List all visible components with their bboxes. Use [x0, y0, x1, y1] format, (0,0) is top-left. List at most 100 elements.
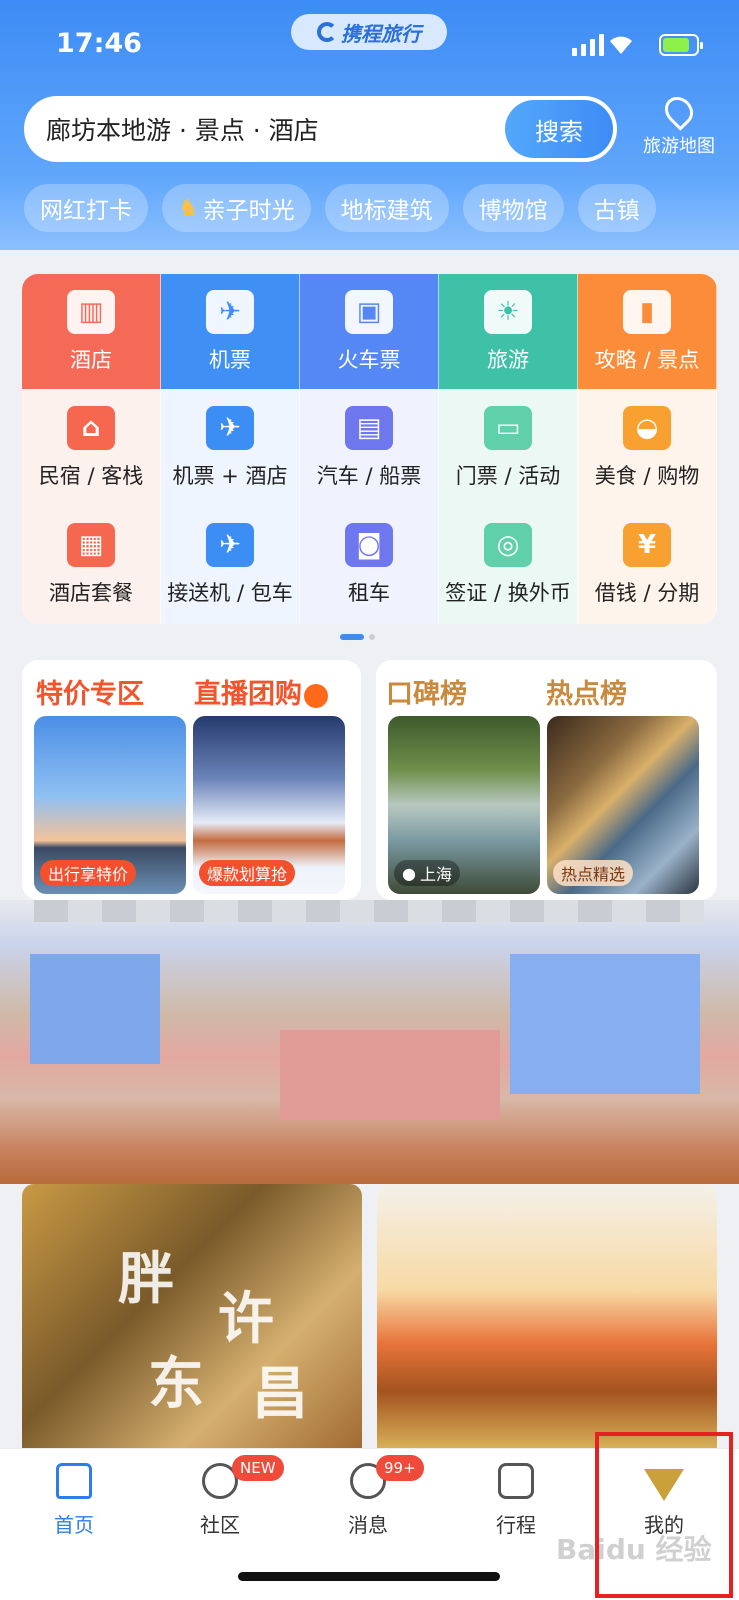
special-deals-title[interactable]: 特价专区 — [36, 672, 144, 711]
train-icon: ▣ — [345, 289, 393, 334]
app-logo-text: 携程旅行 — [341, 21, 421, 46]
house-icon: ⌂ — [67, 405, 115, 450]
rocking-horse-icon: ♞ — [178, 195, 199, 221]
live-badge: 爆款划算抢 — [199, 860, 296, 886]
unread-badge: 99+ — [376, 1455, 424, 1481]
grid-item-bus-ship[interactable]: ▤ 汽车 / 船票 — [300, 389, 439, 506]
battery-icon — [659, 34, 703, 56]
reputation-title[interactable]: 口碑榜 — [386, 672, 467, 711]
money-bag-icon: ¥ — [623, 523, 671, 567]
tag-chip[interactable]: 古镇 — [577, 184, 656, 232]
deals-card[interactable]: 特价专区 直播团购 出行享特价 爆款划算抢 — [22, 660, 361, 900]
grid-item-tour[interactable]: ☀ 旅游 — [439, 274, 578, 389]
live-group-label: 直播团购 — [194, 679, 302, 710]
visa-icon: ◎ — [484, 523, 532, 567]
map-pin-icon — [659, 91, 699, 131]
bus-icon: ▤ — [345, 405, 393, 450]
car-icon: ◙ — [345, 523, 393, 567]
service-grid: ▥ 酒店 ✈ 机票 ▣ 火车票 ☀ 旅游 ▮ 攻略 / 景点 ⌂ 民宿 / 客栈 ✈ 机票 +… — [22, 274, 717, 624]
tab-label: 首页 — [54, 1513, 94, 1537]
grid-label: 火车票 — [337, 347, 401, 372]
deals-badge: 出行享特价 — [40, 860, 137, 886]
grid-label: 民宿 / 客栈 — [38, 463, 144, 488]
feed-overlay-text: 昌 — [252, 1362, 308, 1427]
location-pin-icon: ● — [402, 863, 416, 883]
search-input[interactable]: 廊坊本地游 · 景点 · 酒店 — [46, 111, 505, 147]
header: 17:46 携程旅行 廊坊本地游 · 景点 · 酒店 搜索 旅游地图 网红打卡 … — [0, 0, 739, 250]
grid-item-flight[interactable]: ✈ 机票 — [161, 274, 300, 389]
grid-label: 机票 — [209, 347, 251, 372]
shopping-bag-icon: ◒ — [623, 405, 671, 450]
hot-badge: 热点精选 — [553, 860, 634, 886]
tab-messages[interactable]: 消息 99+ — [318, 1455, 424, 1538]
live-group-title[interactable]: 直播团购 — [194, 672, 328, 711]
tab-home[interactable]: 首页 — [24, 1463, 124, 1538]
grid-item-car-rental[interactable]: ◙ 租车 — [300, 506, 439, 624]
tab-label: 行程 — [496, 1513, 536, 1537]
status-time: 17:46 — [56, 28, 142, 59]
tag-chip[interactable]: 地标建筑 — [324, 184, 449, 232]
guide-book-icon: ▮ — [623, 289, 671, 334]
tag-chip[interactable]: ♞ 亲子时光 — [162, 184, 311, 232]
feed-card-left[interactable]: 胖 东 许 昌 — [22, 1184, 362, 1450]
tab-community[interactable]: 社区 NEW — [170, 1455, 284, 1538]
car-plane-icon: ✈ — [206, 523, 254, 567]
grid-item-visa[interactable]: ◎ 签证 / 换外币 — [439, 506, 578, 624]
signal-icon — [572, 34, 604, 56]
app-logo: 携程旅行 — [291, 14, 447, 50]
grid-item-train[interactable]: ▣ 火车票 — [300, 274, 439, 389]
tab-label: 消息 — [348, 1513, 388, 1537]
search-button[interactable]: 搜索 — [505, 100, 613, 158]
travel-map-label: 旅游地图 — [643, 136, 715, 157]
hot-title[interactable]: 热点榜 — [546, 672, 627, 711]
search-bar[interactable]: 廊坊本地游 · 景点 · 酒店 搜索 — [24, 96, 617, 162]
hotel-package-icon: ▦ — [67, 523, 115, 567]
feed-overlay-text: 胖 — [118, 1247, 174, 1312]
travel-map-button[interactable]: 旅游地图 — [629, 91, 729, 158]
ranking-card[interactable]: 口碑榜 热点榜 ● 上海 热点精选 — [376, 660, 717, 900]
live-icon — [304, 683, 328, 708]
feed-overlay-text: 东 — [148, 1352, 204, 1417]
app-screen: 17:46 携程旅行 廊坊本地游 · 景点 · 酒店 搜索 旅游地图 网红打卡 … — [0, 0, 739, 1600]
plane-hotel-icon: ✈ — [206, 405, 254, 450]
grid-label: 美食 / 购物 — [594, 463, 700, 488]
tab-label: 社区 — [200, 1513, 240, 1537]
grid-label: 门票 / 活动 — [455, 463, 561, 488]
grid-label: 酒店套餐 — [49, 581, 133, 605]
home-indicator — [238, 1572, 500, 1581]
reputation-image[interactable]: ● 上海 — [388, 716, 540, 894]
hotel-icon: ▥ — [67, 289, 115, 334]
grid-label: 攻略 / 景点 — [594, 347, 700, 372]
home-icon — [56, 1463, 92, 1499]
tag-chip[interactable]: 博物馆 — [462, 184, 564, 232]
grid-label: 借钱 / 分期 — [594, 581, 700, 605]
palm-tree-icon: ☀ — [484, 289, 532, 334]
pixelated-banner — [0, 900, 739, 1184]
grid-item-hotel[interactable]: ▥ 酒店 — [22, 274, 161, 389]
grid-label: 机票 + 酒店 — [172, 463, 288, 488]
highlight-box — [595, 1432, 733, 1598]
grid-item-transfer[interactable]: ✈ 接送机 / 包车 — [161, 506, 300, 624]
location-badge: ● 上海 — [394, 860, 460, 886]
tag-chip[interactable]: 网红打卡 — [24, 184, 148, 232]
new-badge: NEW — [232, 1455, 284, 1481]
tag-label: 亲子时光 — [202, 198, 295, 224]
grid-item-tickets[interactable]: ▭ 门票 / 活动 — [439, 389, 578, 506]
grid-item-food-shopping[interactable]: ◒ 美食 / 购物 — [578, 389, 717, 506]
grid-label: 酒店 — [70, 347, 112, 372]
tag-row: 网红打卡 ♞ 亲子时光 地标建筑 博物馆 古镇 — [24, 184, 656, 232]
grid-item-hotel-package[interactable]: ▦ 酒店套餐 — [22, 506, 161, 624]
grid-label: 租车 — [348, 581, 390, 605]
ticket-icon: ▭ — [484, 405, 532, 450]
grid-item-guide[interactable]: ▮ 攻略 / 景点 — [578, 274, 717, 389]
live-image[interactable]: 爆款划算抢 — [193, 716, 345, 894]
hot-image[interactable]: 热点精选 — [547, 716, 699, 894]
grid-label: 汽车 / 船票 — [316, 463, 422, 488]
page-indicator — [340, 634, 375, 640]
grid-item-loan[interactable]: ¥ 借钱 / 分期 — [578, 506, 717, 624]
deals-image[interactable]: 出行享特价 — [34, 716, 186, 894]
feed-card-right[interactable] — [377, 1184, 717, 1450]
grid-item-homestay[interactable]: ⌂ 民宿 / 客栈 — [22, 389, 161, 506]
grid-item-flight-hotel[interactable]: ✈ 机票 + 酒店 — [161, 389, 300, 506]
tab-itinerary[interactable]: 行程 — [466, 1463, 566, 1538]
